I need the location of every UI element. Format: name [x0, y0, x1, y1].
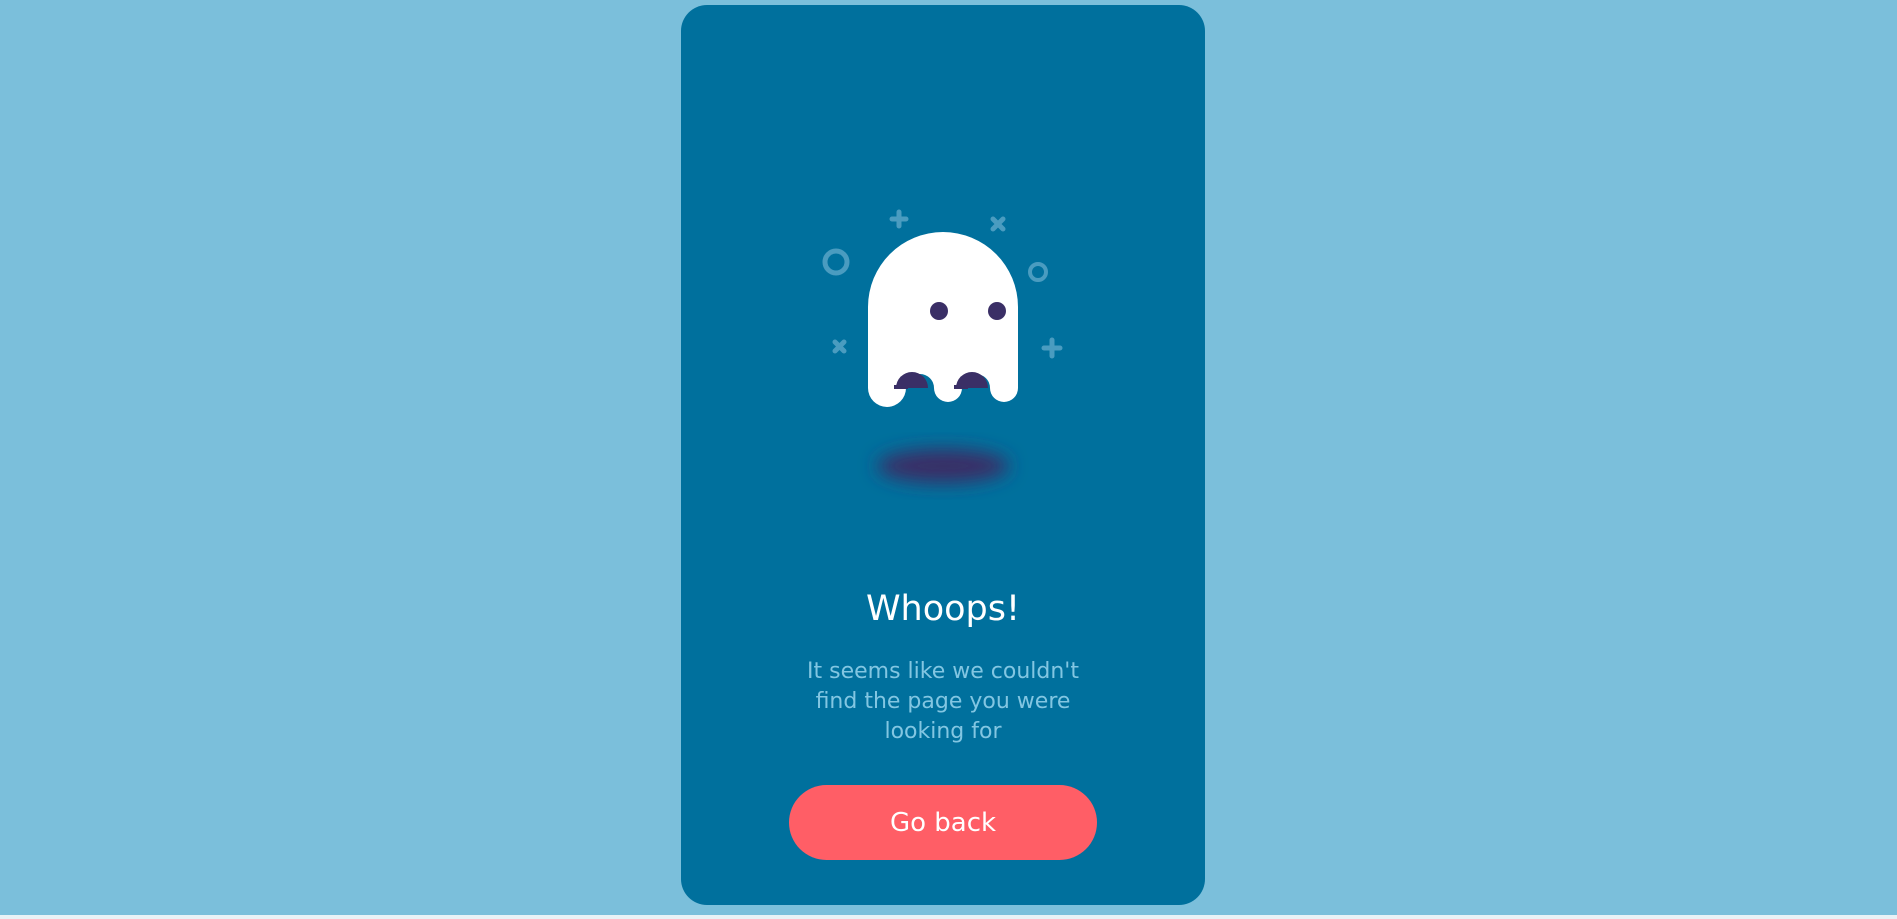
cross-icon — [990, 216, 1006, 232]
cross-icon — [832, 339, 847, 354]
ghost-eye-left — [930, 302, 948, 320]
error-message: It seems like we couldn't find the page … — [807, 659, 1079, 744]
bottom-divider — [0, 915, 1897, 919]
ghost-eye-right — [988, 302, 1006, 320]
plus-icon — [1041, 337, 1063, 359]
ring-icon — [822, 248, 850, 276]
ghost-icon — [868, 232, 1018, 407]
ghost-shadow — [877, 449, 1009, 483]
ring-icon — [1028, 262, 1048, 282]
error-card: Whoops! It seems like we couldn't find t… — [681, 5, 1205, 905]
plus-icon — [889, 209, 909, 229]
page-title: Whoops! — [865, 589, 1021, 629]
go-back-button[interactable]: Go back — [789, 785, 1097, 860]
ghost-illustration — [822, 209, 1063, 483]
